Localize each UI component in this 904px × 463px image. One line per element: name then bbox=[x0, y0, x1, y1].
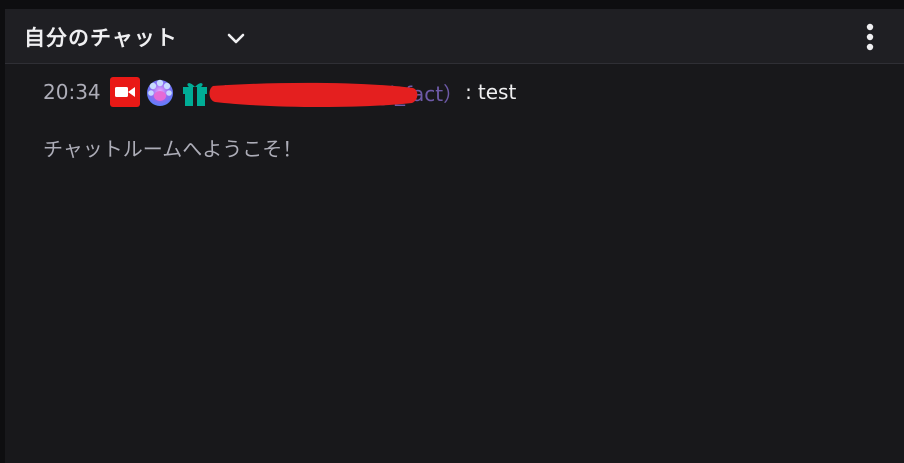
message-text: test bbox=[477, 80, 517, 104]
welcome-message: チャットルームへようこそ！ bbox=[43, 137, 303, 161]
chat-header: 自分のチャット bbox=[5, 9, 904, 64]
chat-window: 自分のチャット 20:34 ゆうなぎ（yuunagi_fact）: test … bbox=[0, 0, 904, 463]
chevron-down-icon[interactable] bbox=[224, 27, 248, 51]
message-timestamp: 20:34 bbox=[43, 80, 101, 104]
gift-badge-icon[interactable] bbox=[180, 77, 210, 107]
username-container: ゆうなぎ（yuunagi_fact） bbox=[209, 75, 464, 109]
chat-title: 自分のチャット bbox=[24, 26, 178, 50]
chat-message: 20:34 ゆうなぎ（yuunagi_fact）: test bbox=[43, 75, 516, 109]
top-border bbox=[0, 0, 904, 9]
broadcaster-badge-icon[interactable] bbox=[109, 77, 140, 107]
chat-log: 20:34 ゆうなぎ（yuunagi_fact）: test チャットルームへ… bbox=[5, 64, 904, 463]
message-separator: : bbox=[465, 80, 472, 104]
paw-badge-icon[interactable] bbox=[145, 77, 175, 107]
chat-username[interactable]: ゆうなぎ（yuunagi_fact） bbox=[215, 78, 464, 107]
vertical-dots-icon[interactable] bbox=[856, 22, 884, 54]
